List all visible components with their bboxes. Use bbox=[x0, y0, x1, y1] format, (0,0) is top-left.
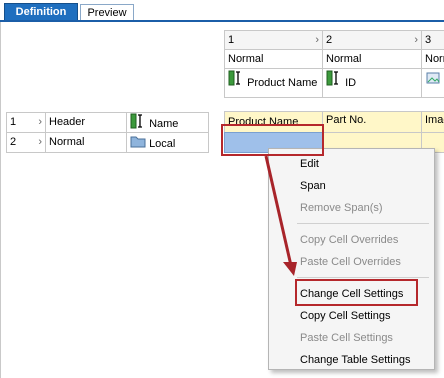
annotation-arrow bbox=[264, 155, 297, 276]
arrow-head-icon bbox=[283, 262, 297, 276]
